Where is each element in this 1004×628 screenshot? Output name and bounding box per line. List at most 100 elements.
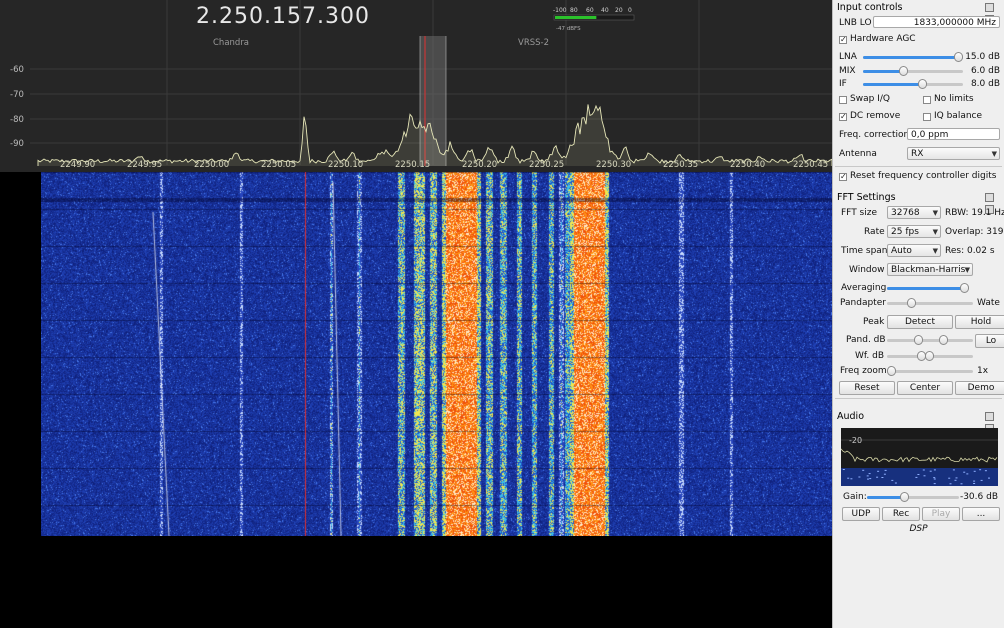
- fft-size-select[interactable]: 32768 ▼: [887, 206, 941, 219]
- db-label: -70: [10, 90, 24, 100]
- pand-db-slider[interactable]: [887, 335, 973, 345]
- swap-iq-label: Swap I/Q: [850, 94, 890, 104]
- rate-select[interactable]: 25 fps ▼: [887, 225, 941, 238]
- freq-zoom-value: 1x: [977, 366, 989, 376]
- meter-reading: -47 dBFS: [556, 26, 581, 32]
- audio-fft-plot[interactable]: -20: [840, 428, 998, 486]
- detect-button[interactable]: Detect: [887, 315, 953, 329]
- rate-value: 25 fps: [891, 227, 919, 237]
- gain-label: MIX: [839, 66, 856, 76]
- float-icon: [985, 412, 994, 421]
- dock-buttons[interactable]: [984, 193, 1002, 214]
- rate-row: Rate 25 fps ▼ Overlap: 319: [837, 225, 1003, 239]
- wf-db-slider[interactable]: [887, 351, 973, 361]
- window-value: Blackman-Harris: [891, 265, 966, 275]
- dc-remove-checkbox[interactable]: ✓: [839, 113, 847, 121]
- peak-label: Peak: [863, 317, 885, 327]
- pandapter-plot[interactable]: Chandra VRSS-2 -60 -70 -80 -90 2249.90 2…: [0, 0, 832, 172]
- gain-label: IF: [839, 79, 847, 89]
- scrollbar-track[interactable]: [835, 398, 1002, 399]
- averaging-label: Averaging: [841, 283, 887, 293]
- lock-button[interactable]: Lo: [975, 334, 1004, 348]
- dc-remove-label: DC remove: [850, 111, 901, 121]
- chevron-down-icon: ▼: [932, 247, 938, 255]
- iq-balance-checkbox[interactable]: [923, 113, 931, 121]
- reset-button[interactable]: Reset: [839, 381, 895, 395]
- hold-button[interactable]: Hold: [955, 315, 1004, 329]
- rec-button[interactable]: Rec: [882, 507, 920, 521]
- audio-fft-label: -20: [849, 436, 862, 445]
- freq-label: 2250.25: [529, 160, 564, 170]
- waterfall-label: Wate: [977, 298, 1000, 308]
- frequency-display[interactable]: 2.250.157.300: [196, 4, 370, 29]
- freq-zoom-slider[interactable]: [887, 366, 973, 376]
- wf-db-label: Wf. dB: [855, 351, 885, 361]
- freq-label: 2250.10: [328, 160, 363, 170]
- pandapter-label: Pandapter: [840, 298, 886, 308]
- freq-label: 2250.45: [793, 160, 828, 170]
- iq-row: Swap I/Q No limits: [837, 94, 1002, 108]
- svg-text:20: 20: [615, 7, 623, 14]
- bookmark-vrss2: VRSS-2: [518, 38, 549, 48]
- audio-gain-label: Gain:: [843, 492, 867, 502]
- gain-value: 8.0 dB: [970, 79, 1000, 89]
- more-button[interactable]: ...: [962, 507, 1000, 521]
- svg-text:40: 40: [601, 7, 609, 14]
- reset-digits-label: Reset frequency controller digits: [850, 171, 997, 181]
- freq-label: 2250.40: [730, 160, 765, 170]
- mix-slider[interactable]: [863, 66, 963, 76]
- peak-row: Peak Detect Hold: [837, 315, 1004, 329]
- svg-text:-100: -100: [553, 7, 567, 14]
- audio-fft-svg: -20: [840, 436, 998, 486]
- bookmark-chandra: Chandra: [213, 38, 249, 48]
- reset-digits-checkbox[interactable]: ✓: [839, 173, 847, 181]
- reset-digits-row: ✓ Reset frequency controller digits: [837, 171, 1002, 185]
- lna-slider[interactable]: [863, 52, 963, 62]
- svg-text:80: 80: [570, 7, 578, 14]
- audio-gain-row: Gain: -30.6 dB: [837, 491, 1002, 505]
- agc-row: ✓ Hardware AGC: [837, 34, 1002, 48]
- pandapter-waterfall-slider[interactable]: [887, 298, 973, 308]
- db-label: -60: [10, 65, 24, 75]
- hardware-agc-checkbox[interactable]: ✓: [839, 36, 847, 44]
- averaging-row: Averaging: [837, 282, 1002, 296]
- pandapter-svg: Chandra VRSS-2 -60 -70 -80 -90 2249.90 2…: [10, 0, 832, 170]
- udp-button[interactable]: UDP: [842, 507, 880, 521]
- float-icon: [985, 193, 994, 202]
- svg-text:60: 60: [586, 7, 594, 14]
- antenna-row: Antenna RX ▼: [837, 147, 1002, 161]
- antenna-value: RX: [911, 149, 924, 159]
- center-button[interactable]: Center: [897, 381, 953, 395]
- gain-value: 6.0 dB: [970, 66, 1000, 76]
- signal-meter: -100 80 60 40 20 0 -47 dBFS: [553, 7, 635, 32]
- waterfall-display[interactable]: [41, 172, 832, 536]
- dock-buttons[interactable]: [984, 412, 1002, 433]
- meter-bar: [555, 16, 597, 19]
- iq-balance-label: IQ balance: [934, 111, 983, 121]
- freq-correction-input[interactable]: 0,0 ppm: [907, 128, 1000, 140]
- db-label: -80: [10, 115, 24, 125]
- empty-area: [0, 536, 832, 628]
- demod-button[interactable]: Demo: [955, 381, 1004, 395]
- if-slider[interactable]: [863, 79, 963, 89]
- antenna-select[interactable]: RX ▼: [907, 147, 1000, 160]
- float-icon: [985, 3, 994, 12]
- window-select[interactable]: Blackman-Harris ▼: [887, 263, 973, 276]
- time-span-select[interactable]: Auto ▼: [887, 244, 941, 257]
- hardware-agc-label: Hardware AGC: [850, 34, 916, 44]
- no-limits-checkbox[interactable]: [923, 96, 931, 104]
- rate-label: Rate: [864, 227, 885, 237]
- lnb-lo-input[interactable]: 1833,000000 MHz: [873, 16, 1000, 28]
- dsp-label: DSP: [909, 524, 928, 534]
- play-button[interactable]: Play: [922, 507, 960, 521]
- swap-iq-checkbox[interactable]: [839, 96, 847, 104]
- averaging-slider[interactable]: [887, 283, 969, 293]
- freq-label: 2250.35: [663, 160, 698, 170]
- gain-label: LNA: [839, 52, 857, 62]
- dock-buttons[interactable]: [984, 3, 1002, 24]
- gain-row-if: IF 8.0 dB: [837, 78, 1002, 92]
- audio-gain-slider[interactable]: [867, 492, 959, 502]
- rbw-label: RBW: 19.1 Hz: [945, 208, 1004, 218]
- window-row: Window Blackman-Harris ▼: [837, 263, 1002, 277]
- freq-label: 2249.90: [60, 160, 95, 170]
